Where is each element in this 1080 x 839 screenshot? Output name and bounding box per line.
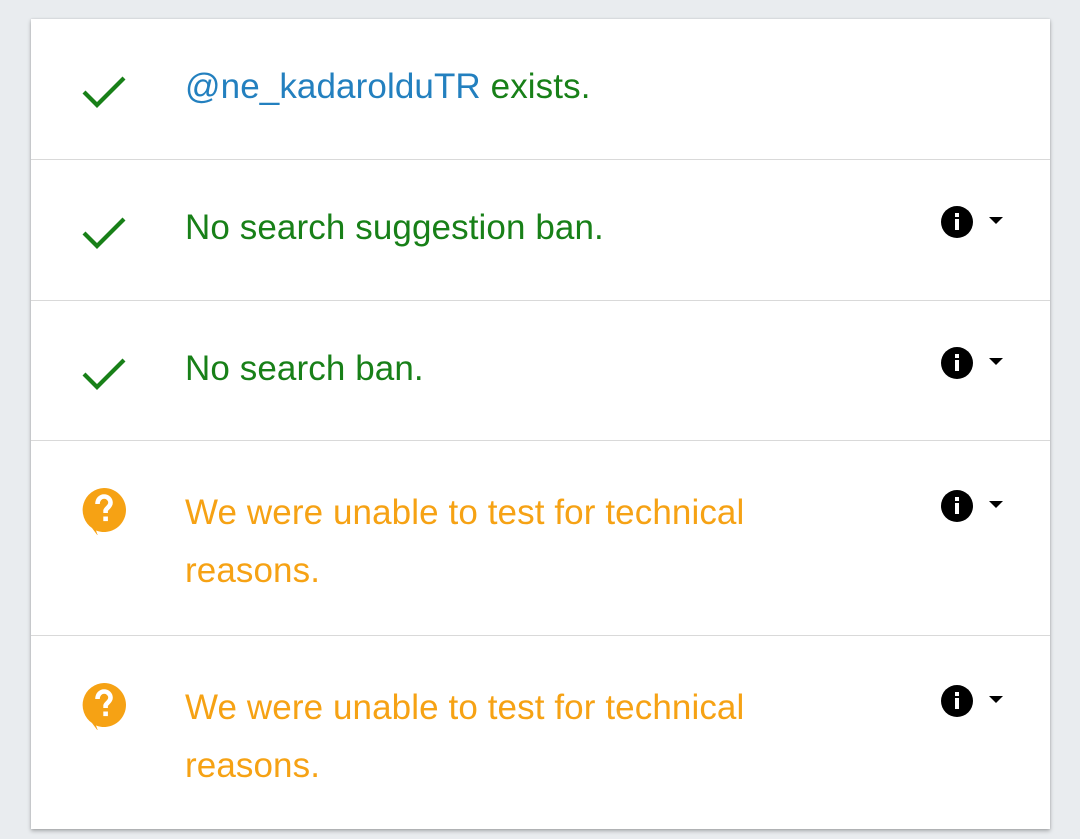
info-icon[interactable]: [940, 489, 974, 523]
result-message: @ne_kadarolduTR exists.: [185, 65, 591, 109]
result-row-unknown: We were unable to test for technical rea…: [31, 441, 1050, 636]
info-icon[interactable]: [940, 684, 974, 718]
result-text: We were unable to test for technical rea…: [185, 493, 745, 590]
result-text: No search ban.: [185, 349, 424, 388]
checkmark-icon: [79, 207, 129, 257]
results-card: @ne_kadarolduTR exists. No search sugges…: [31, 19, 1050, 829]
info-icon[interactable]: [940, 346, 974, 380]
result-actions: [940, 205, 1004, 239]
question-bubble-icon: [79, 680, 129, 730]
result-text: No search suggestion ban.: [185, 208, 604, 247]
result-text: We were unable to test for technical rea…: [185, 688, 745, 785]
result-actions: [940, 346, 1004, 380]
expand-caret-icon[interactable]: [988, 500, 1004, 510]
result-row-exists: @ne_kadarolduTR exists.: [31, 19, 1050, 160]
result-row-unknown: We were unable to test for technical rea…: [31, 636, 1050, 829]
result-actions: [940, 489, 1004, 523]
result-actions: [940, 684, 1004, 718]
checkmark-icon: [79, 348, 129, 398]
result-row-search-suggestion-ban: No search suggestion ban.: [31, 160, 1050, 301]
expand-caret-icon[interactable]: [988, 357, 1004, 367]
account-handle-link[interactable]: @ne_kadarolduTR: [185, 67, 481, 106]
result-row-search-ban: No search ban.: [31, 301, 1050, 441]
expand-caret-icon[interactable]: [988, 695, 1004, 705]
info-icon[interactable]: [940, 205, 974, 239]
expand-caret-icon[interactable]: [988, 216, 1004, 226]
checkmark-icon: [79, 66, 129, 116]
result-text: exists.: [480, 67, 591, 106]
question-bubble-icon: [79, 485, 129, 535]
